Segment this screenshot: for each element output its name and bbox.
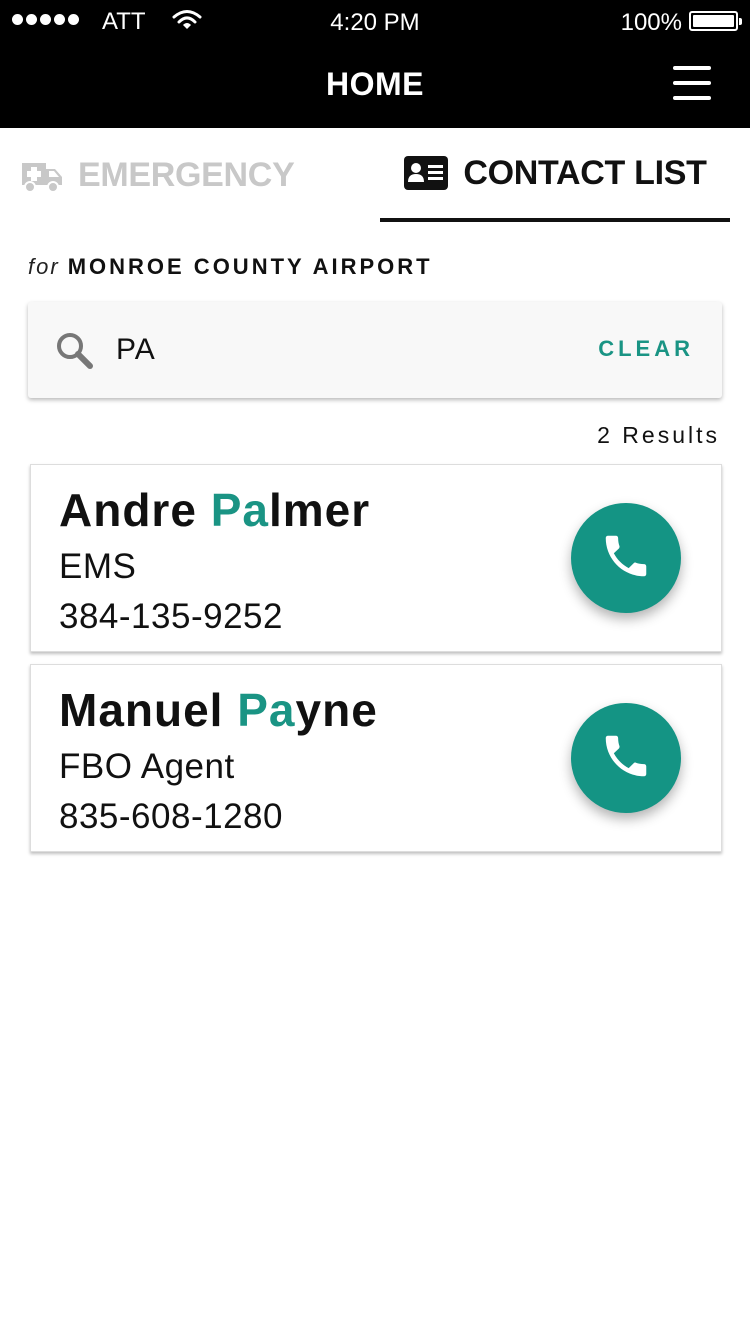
phone-icon (599, 729, 653, 788)
contact-phone: 384-135-9252 (59, 597, 283, 636)
airport-prefix: for (28, 254, 60, 279)
search-input[interactable] (116, 328, 556, 372)
tab-contact-list[interactable]: CONTACT LIST (380, 128, 730, 222)
name-text: lmer (268, 484, 371, 536)
status-bar: ATT 4:20 PM 100% (0, 0, 750, 40)
tab-contact-list-label: CONTACT LIST (463, 153, 707, 192)
tab-bar: EMERGENCY CONTACT LIST (20, 128, 730, 222)
phone-icon (599, 529, 653, 588)
tab-emergency[interactable]: EMERGENCY (20, 128, 330, 222)
contact-card: Manuel Payne FBO Agent 835-608-1280 (30, 664, 722, 852)
contact-name: Andre Palmer (59, 483, 370, 537)
name-text: Andre (59, 484, 211, 536)
contact-role: FBO Agent (59, 747, 235, 786)
contact-card-icon (403, 155, 449, 191)
search-icon (56, 332, 94, 375)
name-match-highlight: Pa (210, 484, 269, 536)
clear-button[interactable]: CLEAR (598, 336, 694, 362)
name-match-highlight: Pa (237, 684, 296, 736)
call-button[interactable] (571, 503, 681, 613)
name-text: Manuel (59, 684, 238, 736)
page-title: HOME (326, 66, 424, 102)
contact-card: Andre Palmer EMS 384-135-9252 (30, 464, 722, 652)
name-text: yne (295, 684, 378, 736)
contact-name: Manuel Payne (59, 683, 378, 737)
results-count: 2 Results (597, 422, 720, 448)
navigation-bar: HOME (0, 40, 750, 128)
ambulance-icon (20, 157, 64, 193)
tab-emergency-label: EMERGENCY (78, 155, 295, 194)
battery-percent: 100% (620, 9, 682, 36)
search-box: CLEAR (28, 302, 722, 398)
contact-role: EMS (59, 547, 137, 586)
airport-subtitle: for MONROE COUNTY AIRPORT (28, 254, 433, 280)
contact-phone: 835-608-1280 (59, 797, 283, 836)
battery-icon (689, 11, 742, 31)
hamburger-menu-icon[interactable] (673, 66, 711, 102)
call-button[interactable] (571, 703, 681, 813)
airport-name: MONROE COUNTY AIRPORT (67, 254, 433, 279)
